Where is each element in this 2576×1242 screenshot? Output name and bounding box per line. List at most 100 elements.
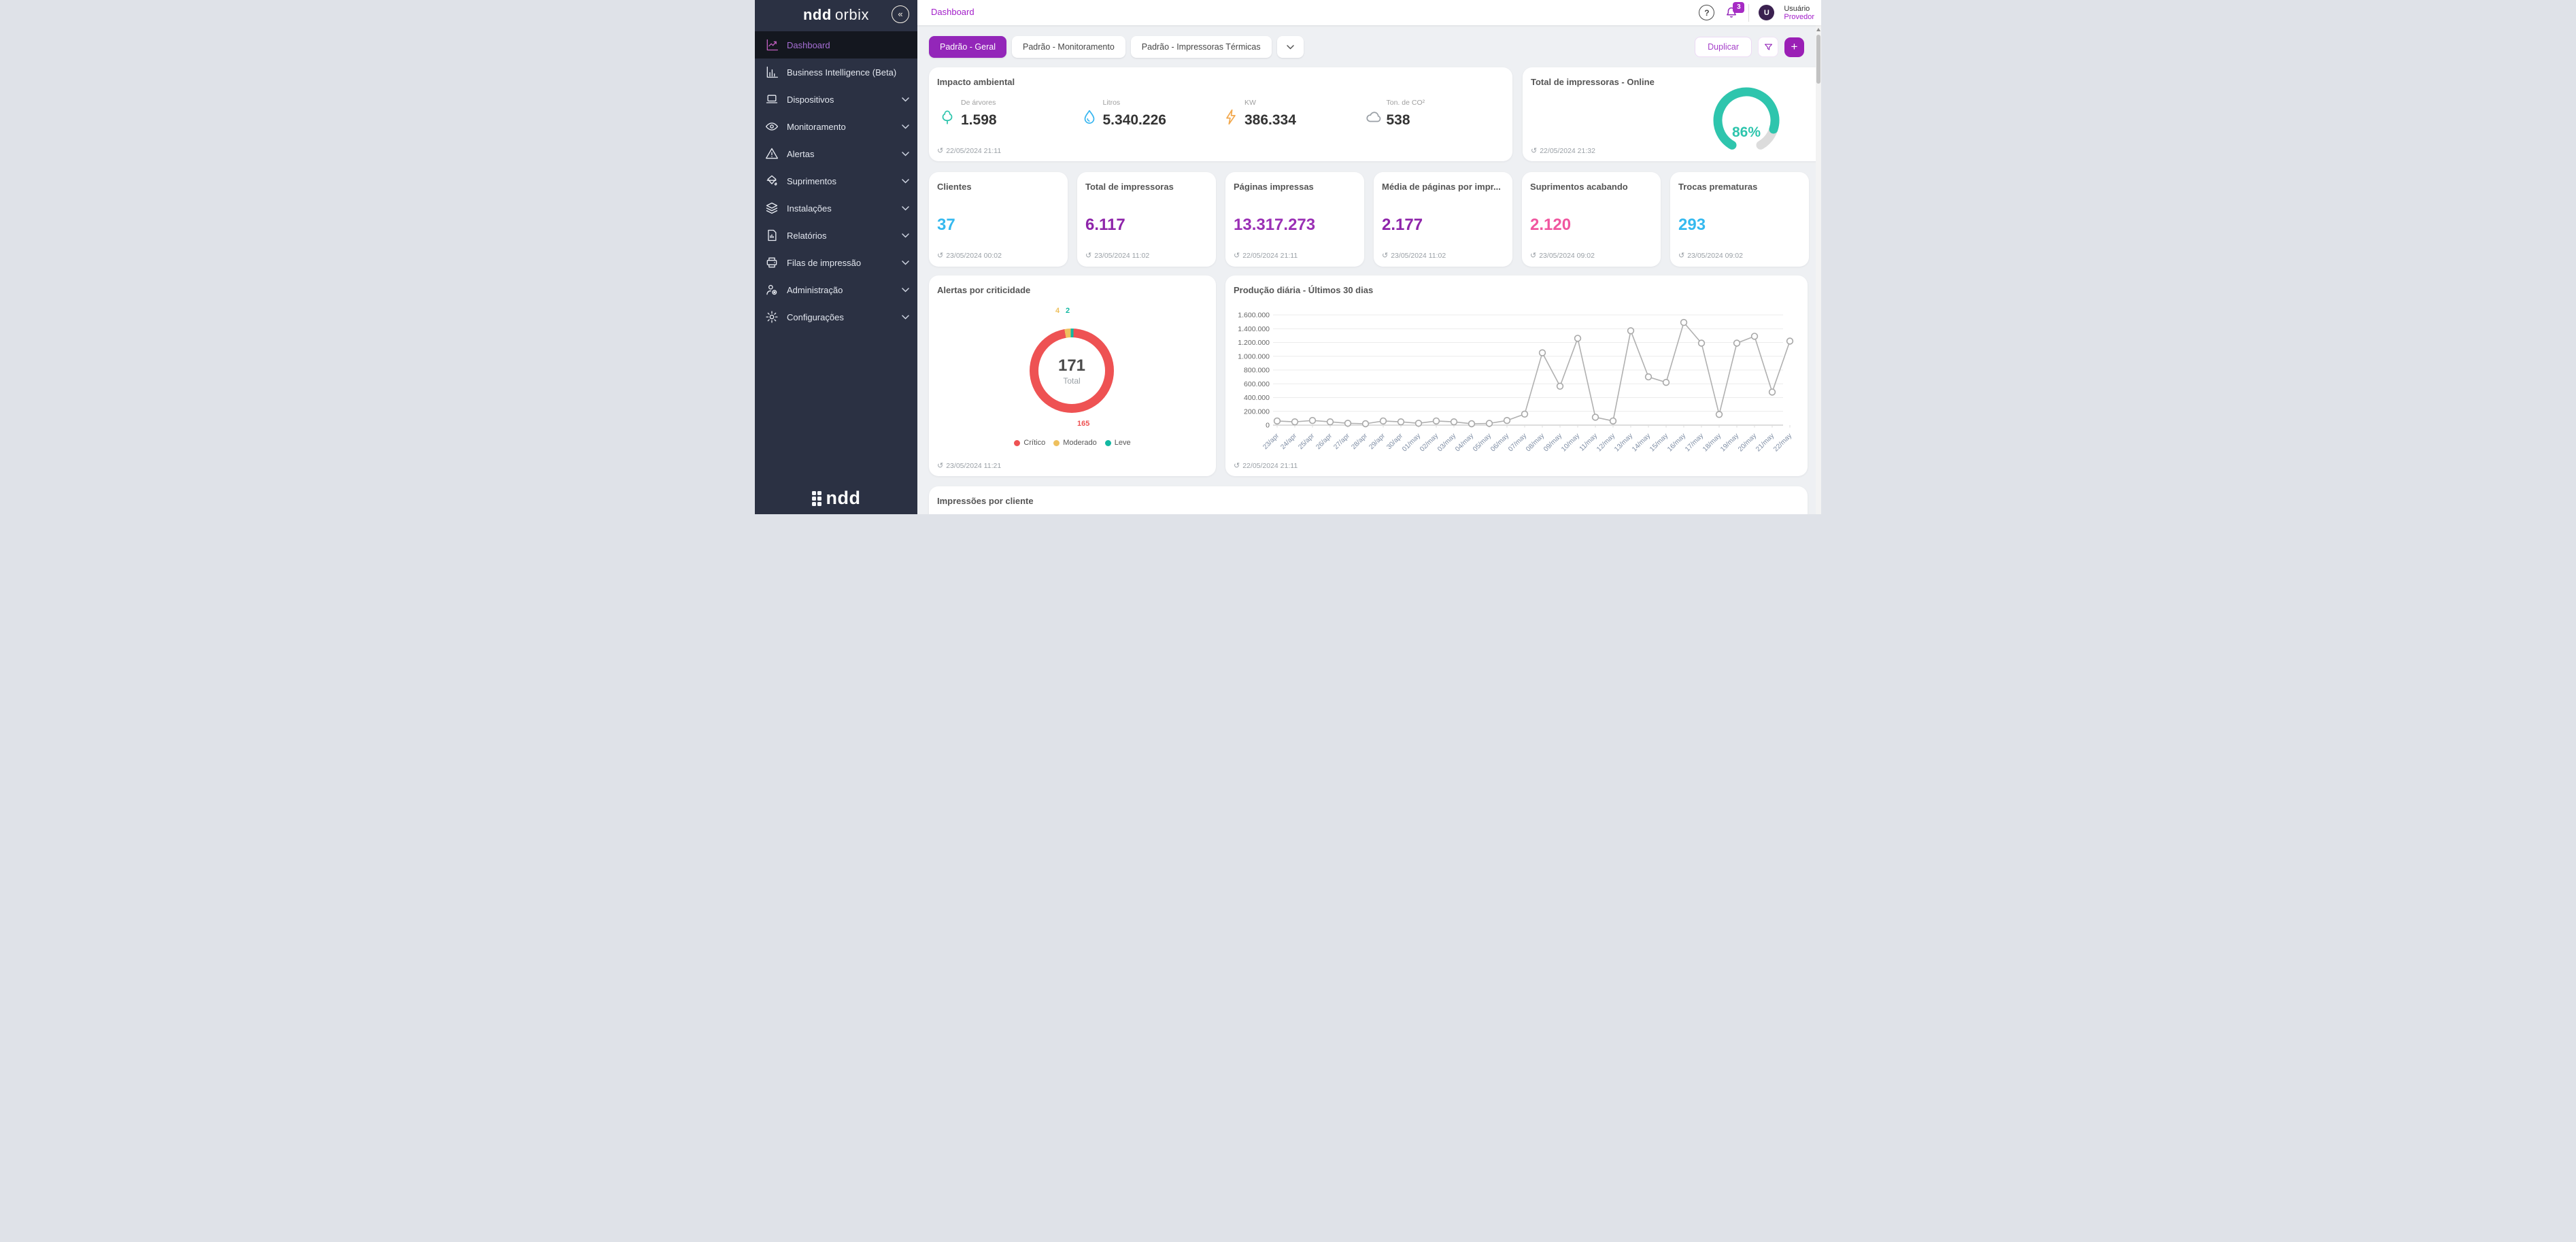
updated-timestamp: 23/05/2024 09:02 xyxy=(1687,252,1743,260)
logo-product: orbix xyxy=(835,6,869,23)
data-point[interactable] xyxy=(1398,419,1404,425)
data-point[interactable] xyxy=(1752,333,1758,339)
card-title: Páginas impressas xyxy=(1234,182,1314,192)
card-updated: ↺ 22/05/2024 21:11 xyxy=(1234,461,1298,470)
data-point[interactable] xyxy=(1292,419,1298,425)
sidebar-item-business-intelligence-beta[interactable]: Business Intelligence (Beta) xyxy=(755,58,917,86)
history-icon: ↺ xyxy=(1234,461,1240,470)
sidebar-item-label: Business Intelligence (Beta) xyxy=(787,67,909,78)
donut-total-label: Total xyxy=(1063,376,1080,386)
data-point[interactable] xyxy=(1681,320,1687,326)
data-point[interactable] xyxy=(1575,335,1581,341)
card-title: Total de impressoras - Online xyxy=(1531,77,1655,87)
chevron-down-icon xyxy=(902,315,909,320)
data-point[interactable] xyxy=(1557,383,1563,389)
stat-value: 37 xyxy=(937,216,955,235)
sidebar-item-instala-es[interactable]: Instalações xyxy=(755,195,917,222)
data-point[interactable] xyxy=(1504,418,1510,424)
sidebar-item-administra-o[interactable]: Administração xyxy=(755,276,917,303)
impact-metric-label: Litros xyxy=(1103,99,1166,107)
svg-text:15/may: 15/may xyxy=(1648,432,1670,453)
card-updated: ↺ 22/05/2024 21:11 xyxy=(937,146,1001,155)
donut-label-critico: 165 xyxy=(1077,420,1089,428)
impressoras-online-card: Total de impressoras - Online 86% ↺ 22/0… xyxy=(1523,67,1821,161)
data-point[interactable] xyxy=(1663,380,1670,386)
data-point[interactable] xyxy=(1593,414,1599,420)
card-updated: ↺ 23/05/2024 11:02 xyxy=(1382,251,1446,260)
svg-text:11/may: 11/may xyxy=(1578,432,1599,452)
warning-icon xyxy=(764,147,779,161)
data-point[interactable] xyxy=(1769,389,1776,395)
card-updated: ↺ 22/05/2024 21:32 xyxy=(1531,146,1595,155)
card-title: Impressões por cliente xyxy=(937,496,1034,506)
user-menu[interactable]: Usuário Provedor xyxy=(1784,5,1814,21)
sidebar-item-filas-de-impress-o[interactable]: Filas de impressão xyxy=(755,249,917,276)
sidebar-item-configura-es[interactable]: Configurações xyxy=(755,303,917,331)
sidebar-item-monitoramento[interactable]: Monitoramento xyxy=(755,113,917,140)
sidebar-item-suprimentos[interactable]: Suprimentos xyxy=(755,167,917,195)
scrollbar-up-arrow[interactable] xyxy=(1816,28,1820,31)
card-title: Média de páginas por impr... xyxy=(1382,182,1501,192)
card-title: Clientes xyxy=(937,182,972,192)
data-point[interactable] xyxy=(1469,421,1475,427)
data-point[interactable] xyxy=(1380,418,1387,424)
tab-padr-o-impressoras-t-rmicas[interactable]: Padrão - Impressoras Térmicas xyxy=(1131,36,1272,58)
data-point[interactable] xyxy=(1434,418,1440,424)
data-point[interactable] xyxy=(1540,350,1546,356)
data-point[interactable] xyxy=(1646,374,1652,380)
line-chart: 0200.000400.000600.000800.0001.000.0001.… xyxy=(1225,292,1808,459)
card-title: Total de impressoras xyxy=(1085,182,1174,192)
data-point[interactable] xyxy=(1310,418,1316,424)
avatar[interactable]: U xyxy=(1759,5,1774,20)
data-point[interactable] xyxy=(1610,418,1616,424)
stat-card-clientes: Clientes 37 ↺ 23/05/2024 00:02 xyxy=(929,172,1068,267)
impact-metric: Ton. de CO² 538 xyxy=(1364,97,1506,129)
tab-padr-o-geral[interactable]: Padrão - Geral xyxy=(929,36,1006,58)
sidebar-collapse-button[interactable]: « xyxy=(892,5,909,23)
svg-text:24/apr: 24/apr xyxy=(1279,432,1298,451)
legend-item-moderado[interactable]: Moderado xyxy=(1053,439,1097,447)
avatar-initial: U xyxy=(1764,9,1769,17)
svg-text:28/apr: 28/apr xyxy=(1350,432,1369,451)
sidebar-item-label: Relatórios xyxy=(787,231,902,241)
data-point[interactable] xyxy=(1274,418,1281,424)
data-point[interactable] xyxy=(1716,412,1723,418)
data-point[interactable] xyxy=(1699,340,1705,346)
data-point[interactable] xyxy=(1487,420,1493,426)
data-point[interactable] xyxy=(1787,338,1793,344)
help-button[interactable]: ? xyxy=(1699,5,1714,20)
ndd-mark-icon xyxy=(812,491,821,506)
impact-metric-value: 1.598 xyxy=(961,112,997,129)
legend-item-leve[interactable]: Leve xyxy=(1105,439,1131,447)
scrollbar-thumb[interactable] xyxy=(1816,35,1820,84)
data-point[interactable] xyxy=(1363,421,1369,427)
svg-text:200.000: 200.000 xyxy=(1244,407,1270,416)
data-point[interactable] xyxy=(1522,411,1528,417)
data-point[interactable] xyxy=(1327,419,1334,425)
sidebar-item-dashboard[interactable]: Dashboard xyxy=(755,31,917,58)
add-dashboard-button[interactable]: + xyxy=(1784,37,1804,57)
filter-button[interactable] xyxy=(1758,37,1778,57)
impact-metric: Litros 5.340.226 xyxy=(1081,97,1223,129)
chevron-down-icon xyxy=(902,179,909,184)
sidebar-item-alertas[interactable]: Alertas xyxy=(755,140,917,167)
tabs-more-button[interactable] xyxy=(1277,36,1304,58)
data-point[interactable] xyxy=(1416,420,1422,426)
card-updated: ↺ 23/05/2024 11:02 xyxy=(1085,251,1149,260)
svg-text:05/may: 05/may xyxy=(1472,432,1493,453)
svg-text:1.200.000: 1.200.000 xyxy=(1238,339,1270,347)
sidebar-item-relat-rios[interactable]: Relatórios xyxy=(755,222,917,249)
stat-value: 2.120 xyxy=(1530,216,1571,235)
impact-metric-value: 386.334 xyxy=(1244,112,1296,129)
data-point[interactable] xyxy=(1451,419,1457,425)
data-point[interactable] xyxy=(1734,340,1740,346)
duplicate-button[interactable]: Duplicar xyxy=(1695,37,1752,57)
legend-item-crítico[interactable]: Crítico xyxy=(1014,439,1045,447)
stat-card-m-dia-de-p-ginas-por-impr: Média de páginas por impr... 2.177 ↺ 23/… xyxy=(1374,172,1512,267)
tab-padr-o-monitoramento[interactable]: Padrão - Monitoramento xyxy=(1012,36,1125,58)
sidebar-item-dispositivos[interactable]: Dispositivos xyxy=(755,86,917,113)
data-point[interactable] xyxy=(1628,328,1634,334)
breadcrumb[interactable]: Dashboard xyxy=(931,7,975,17)
notifications-button[interactable]: 3 xyxy=(1724,5,1739,21)
data-point[interactable] xyxy=(1345,420,1351,426)
